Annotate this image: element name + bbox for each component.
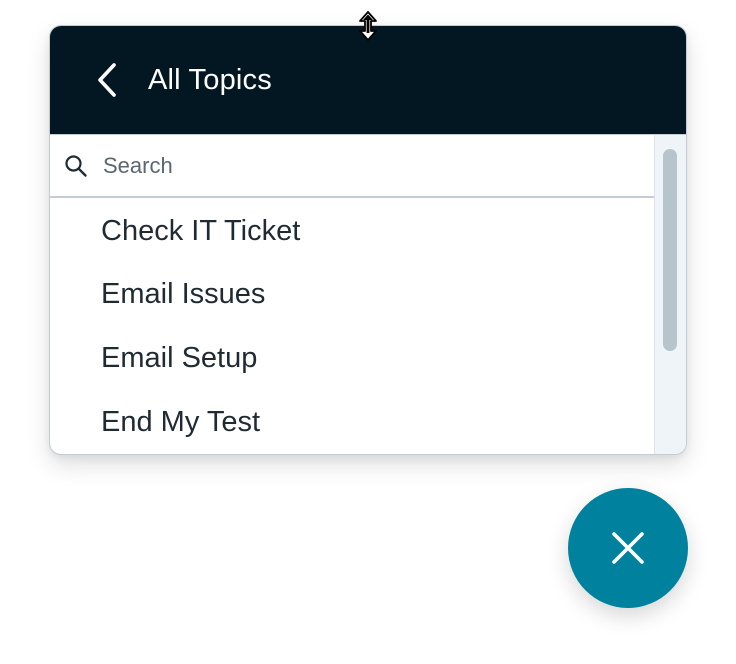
topics-panel: All Topics Check IT Ticket Email Issues [49, 25, 687, 455]
close-button[interactable] [568, 488, 688, 608]
list-area: Check IT Ticket Email Issues Email Setup… [50, 135, 654, 454]
list-item[interactable]: Check IT Ticket [50, 198, 654, 262]
resize-vertical-cursor-icon [359, 11, 377, 41]
panel-header: All Topics [50, 26, 686, 135]
list-item[interactable]: Email Issues [50, 262, 654, 326]
search-input[interactable] [103, 152, 583, 179]
search-icon [63, 153, 89, 179]
list-item[interactable]: Email Setup [50, 326, 654, 390]
scrollbar-track[interactable] [654, 135, 686, 454]
list-item[interactable]: End My Test [50, 390, 654, 454]
stage: All Topics Check IT Ticket Email Issues [0, 0, 736, 664]
chevron-left-icon [98, 63, 116, 97]
search-bar [50, 135, 654, 198]
back-button[interactable] [50, 26, 120, 134]
scrollbar-thumb[interactable] [663, 149, 677, 351]
close-icon [612, 532, 644, 564]
panel-content: Check IT Ticket Email Issues Email Setup… [50, 135, 686, 454]
page-title: All Topics [148, 63, 272, 96]
topic-list: Check IT Ticket Email Issues Email Setup… [50, 198, 654, 454]
